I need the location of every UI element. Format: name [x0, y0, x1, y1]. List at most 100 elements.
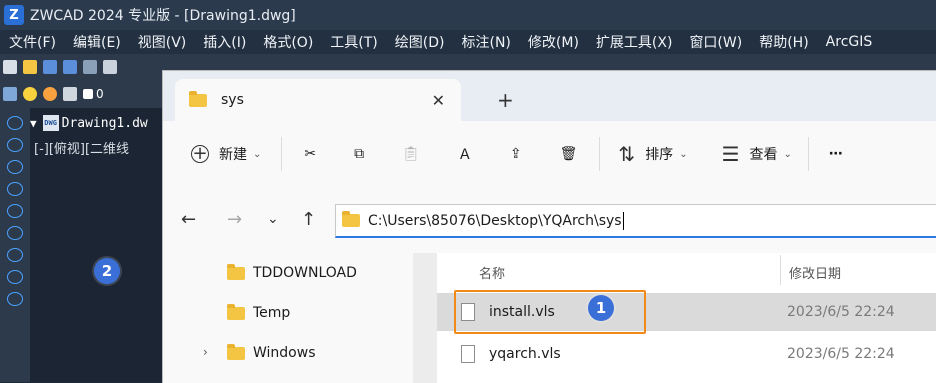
new-button-label: 新建: [219, 147, 247, 163]
recent-locations-icon[interactable]: ⌄: [267, 211, 279, 227]
drawing-tab[interactable]: ▼ DWG Drawing1.dw: [30, 112, 148, 134]
folder-icon: [227, 343, 245, 360]
copy-icon[interactable]: ⧉: [354, 146, 364, 162]
nav-item-label: TDDOWNLOAD: [253, 265, 357, 281]
nav-item-label: Windows: [253, 345, 316, 361]
paste-icon[interactable]: 📋︎: [402, 146, 420, 162]
menu-draw[interactable]: 绘图(D): [386, 32, 453, 52]
menu-tools[interactable]: 工具(T): [321, 32, 385, 52]
highlight-box: [454, 290, 646, 334]
tab-sys[interactable]: sys ✕: [175, 79, 461, 121]
menu-help[interactable]: 帮助(H): [750, 32, 816, 52]
dwg-file-icon: DWG: [42, 115, 59, 131]
column-header-modified[interactable]: 修改日期: [789, 263, 841, 282]
print-icon[interactable]: [83, 60, 97, 74]
step-badge-2: 2: [94, 258, 120, 284]
line-icon[interactable]: [7, 116, 23, 130]
menu-file[interactable]: 文件(F): [0, 32, 64, 52]
divider: [599, 137, 601, 171]
tab-title: sys: [221, 92, 244, 108]
sun-icon[interactable]: [43, 87, 57, 101]
chevron-down-icon: ⌄: [783, 148, 792, 160]
close-tab-icon[interactable]: ✕: [432, 91, 445, 110]
divider: [281, 137, 283, 171]
menu-extended-tools[interactable]: 扩展工具(X): [587, 32, 681, 52]
navigation-pane: TDDOWNLOAD Temp › Windows: [163, 253, 413, 383]
draw-toolbar: [0, 108, 30, 382]
sort-label: 排序: [645, 147, 674, 163]
nav-item-label: Temp: [253, 305, 291, 321]
column-header-name[interactable]: 名称: [479, 263, 505, 282]
polyline-icon[interactable]: [7, 138, 23, 152]
column-divider[interactable]: [780, 255, 781, 285]
cloud-icon[interactable]: [7, 248, 23, 262]
address-text[interactable]: C:\Users\85076\Desktop\YQArch\sys: [368, 213, 622, 229]
circle-icon[interactable]: [7, 226, 23, 240]
forward-icon[interactable]: →: [227, 209, 242, 230]
up-icon[interactable]: ↑: [301, 209, 316, 230]
arc-icon[interactable]: [7, 160, 23, 174]
ellipse-icon[interactable]: [7, 292, 23, 306]
address-bar[interactable]: C:\Users\85076\Desktop\YQArch\sys: [335, 204, 936, 238]
lock-icon[interactable]: [63, 87, 77, 101]
file-row[interactable]: yqarch.vls 2023/6/5 22:24: [437, 335, 936, 373]
menu-format[interactable]: 格式(O): [254, 32, 321, 52]
menu-arcgis[interactable]: ArcGIS: [817, 34, 881, 50]
file-explorer-window: sys ✕ + + 新建 ⌄ ✂ ⧉ 📋︎ Ａ ⇪ 🗑︎ ⇅ 排序 ⌄ ☰ 查看…: [162, 70, 936, 383]
sort-icon: ⇅: [618, 142, 636, 166]
file-date: 2023/6/5 22:24: [787, 346, 895, 362]
menu-dimension[interactable]: 标注(N): [453, 32, 519, 52]
step-badge-1: 1: [588, 295, 614, 321]
sort-button[interactable]: ⇅ 排序 ⌄: [618, 142, 687, 166]
menu-view[interactable]: 视图(V): [129, 32, 195, 52]
menu-modify[interactable]: 修改(M): [519, 32, 587, 52]
layer-manager-icon[interactable]: [3, 87, 17, 101]
lightbulb-icon[interactable]: [23, 87, 37, 101]
open-icon[interactable]: [23, 60, 37, 74]
nav-item-tddownload[interactable]: TDDOWNLOAD: [227, 263, 357, 283]
share-icon[interactable]: ⇪: [510, 146, 522, 162]
more-options-icon[interactable]: ⋯: [829, 146, 843, 162]
rename-icon[interactable]: Ａ: [458, 144, 472, 164]
menu-insert[interactable]: 插入(I): [194, 32, 254, 52]
tab-collapse-icon[interactable]: ▼: [30, 117, 37, 130]
delete-icon[interactable]: 🗑︎: [560, 146, 578, 162]
folder-icon: [227, 263, 245, 280]
new-button[interactable]: + 新建 ⌄: [191, 144, 261, 164]
new-tab-icon[interactable]: +: [497, 88, 514, 112]
explorer-tab-bar: sys ✕ +: [163, 71, 936, 121]
command-bar: + 新建 ⌄ ✂ ⧉ 📋︎ Ａ ⇪ 🗑︎ ⇅ 排序 ⌄ ☰ 查看 ⌄ ⋯: [163, 121, 936, 188]
view-label: 查看: [749, 147, 778, 163]
menu-window[interactable]: 窗口(W): [680, 32, 750, 52]
nav-item-windows[interactable]: Windows: [227, 343, 316, 363]
layer-value[interactable]: 0: [96, 87, 104, 101]
nav-item-temp[interactable]: Temp: [227, 303, 290, 323]
chevron-down-icon: ⌄: [679, 148, 688, 160]
plus-circle-icon: +: [191, 143, 209, 164]
address-row: ← → ⌄ ↑ C:\Users\85076\Desktop\YQArch\sy…: [163, 187, 936, 253]
cad-menu-bar: 文件(F) 编辑(E) 视图(V) 插入(I) 格式(O) 工具(T) 绘图(D…: [0, 30, 936, 54]
view-button[interactable]: ☰ 查看 ⌄: [722, 142, 792, 166]
file-name: yqarch.vls: [489, 346, 561, 362]
folder-icon: [189, 90, 207, 107]
cad-window-title: ZWCAD 2024 专业版 - [Drawing1.dwg]: [30, 8, 296, 24]
file-icon: [461, 345, 475, 363]
pane-splitter[interactable]: [413, 253, 437, 383]
preview-icon[interactable]: [103, 60, 117, 74]
text-cursor: [622, 211, 624, 230]
color-swatch-icon[interactable]: [83, 89, 93, 99]
viewport-label[interactable]: [-][俯视][二维线: [34, 138, 129, 157]
menu-edit[interactable]: 编辑(E): [64, 32, 129, 52]
new-icon[interactable]: [3, 60, 17, 74]
zwcad-logo-icon: Z: [4, 5, 24, 25]
back-icon[interactable]: ←: [181, 209, 196, 230]
cut-icon[interactable]: ✂: [304, 146, 316, 162]
save-icon[interactable]: [43, 60, 57, 74]
rectangle-icon[interactable]: [7, 204, 23, 218]
expand-chevron-icon[interactable]: ›: [203, 345, 208, 359]
cad-layer-toolbar: 0: [0, 80, 170, 108]
save-as-icon[interactable]: [63, 60, 77, 74]
polygon-icon[interactable]: [7, 182, 23, 196]
spline-icon[interactable]: [7, 270, 23, 284]
cad-title-bar: Z ZWCAD 2024 专业版 - [Drawing1.dwg]: [0, 0, 936, 30]
